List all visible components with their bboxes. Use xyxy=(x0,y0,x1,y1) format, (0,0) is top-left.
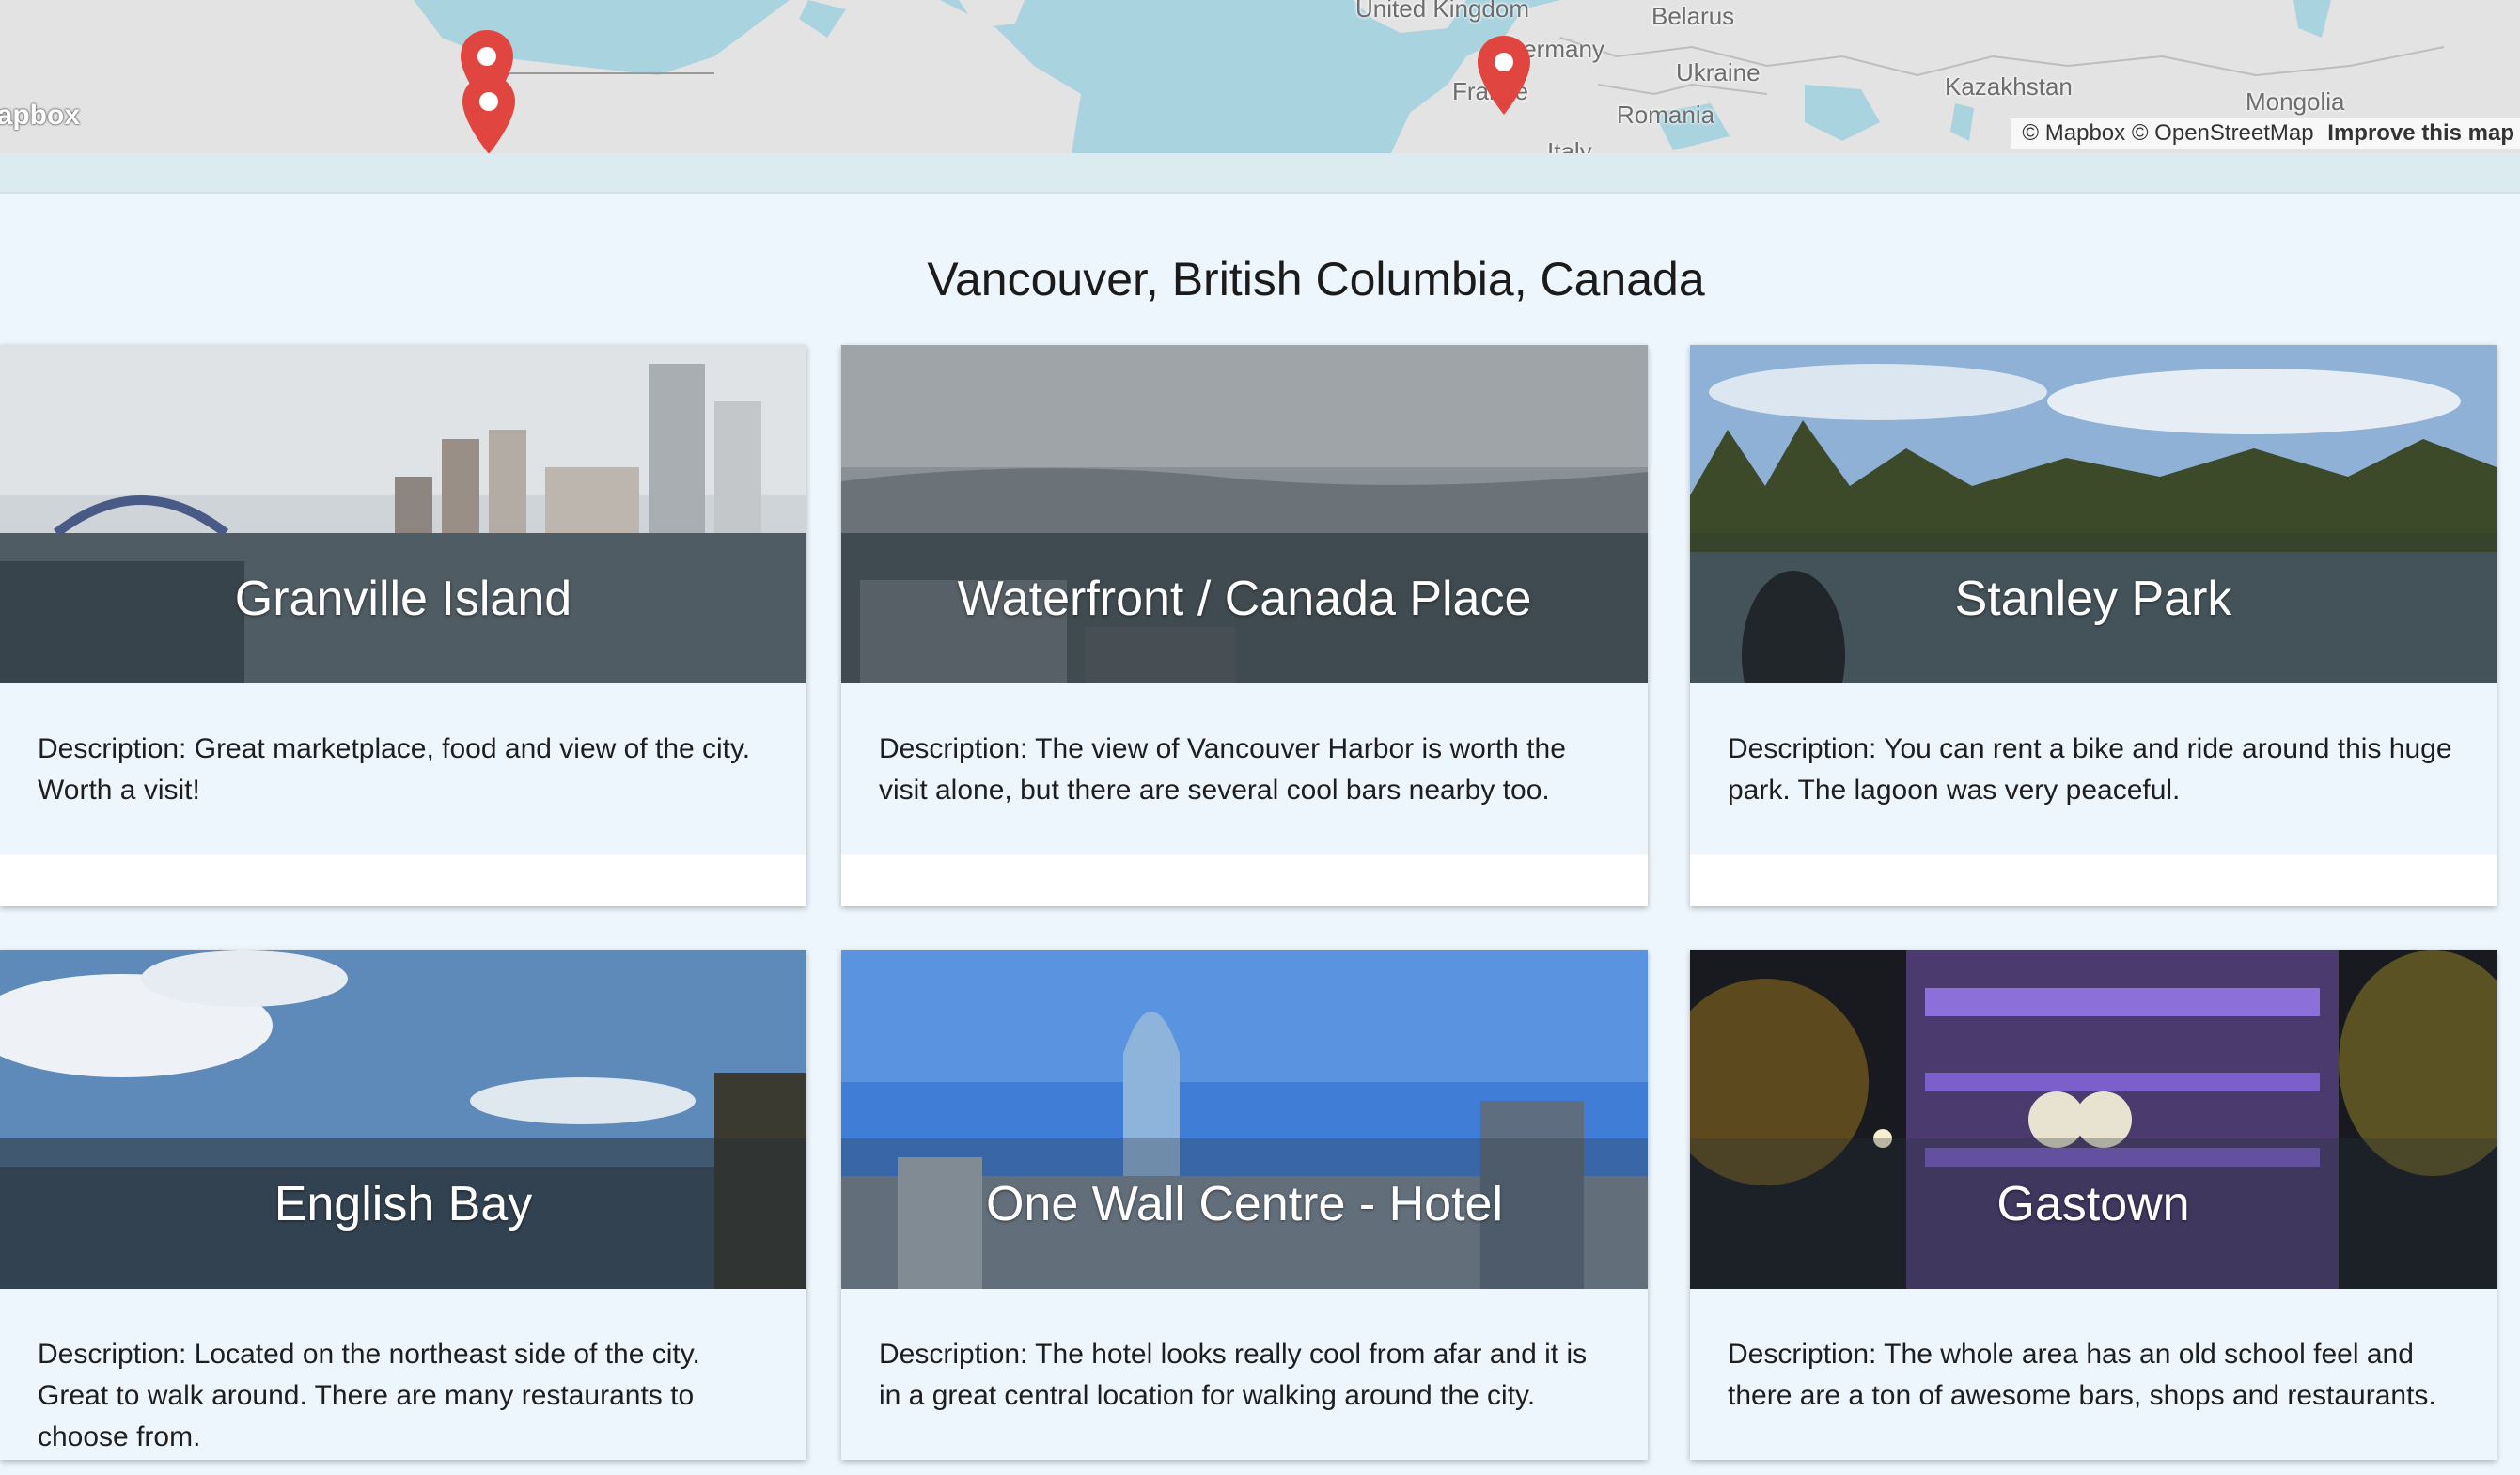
place-photo: Waterfront / Canada Place xyxy=(841,345,1648,683)
card-footer xyxy=(0,855,806,906)
map-label-belarus: Belarus xyxy=(1651,2,1735,30)
map-label-uk: United Kingdom xyxy=(1355,0,1529,23)
page-title: Vancouver, British Columbia, Canada xyxy=(927,253,1705,306)
place-card-waterfront[interactable]: Waterfront / Canada Place Description: T… xyxy=(841,345,1648,906)
place-photo: Gastown xyxy=(1690,950,2497,1289)
place-description: Description: You can rent a bike and rid… xyxy=(1690,683,2497,855)
osm-attribution-link[interactable]: © OpenStreetMap xyxy=(2132,120,2314,146)
place-description: Description: Great marketplace, food and… xyxy=(0,683,806,855)
map-divider xyxy=(0,153,2520,194)
map-marker-pin[interactable] xyxy=(1476,34,1532,117)
place-photo: English Bay xyxy=(0,950,806,1289)
place-title: Stanley Park xyxy=(1954,572,2232,626)
place-card-one-wall-centre[interactable]: One Wall Centre - Hotel Description: The… xyxy=(841,950,1648,1460)
map-label-kazakhstan: Kazakhstan xyxy=(1945,72,2073,101)
place-photo: One Wall Centre - Hotel xyxy=(841,950,1648,1289)
mapbox-attribution-link[interactable]: © Mapbox xyxy=(2022,120,2125,146)
place-description: Description: The view of Vancouver Harbo… xyxy=(841,683,1648,855)
place-photo: Granville Island xyxy=(0,345,806,683)
map-attribution: © Mapbox © OpenStreetMap Improve this ma… xyxy=(2011,118,2520,149)
map-marker-pin[interactable] xyxy=(461,73,517,153)
place-title: English Bay xyxy=(274,1177,533,1232)
world-map[interactable]: United Kingdom Belarus Germany Ukraine F… xyxy=(0,0,2520,153)
place-card-gastown[interactable]: Gastown Description: The whole area has … xyxy=(1690,950,2497,1460)
improve-map-link[interactable]: Improve this map xyxy=(2327,120,2514,146)
map-label-italy: Italy xyxy=(1547,137,1592,153)
card-footer xyxy=(841,855,1648,906)
mapbox-logo[interactable]: mapbox xyxy=(0,100,80,132)
place-card-granville-island[interactable]: Granville Island Description: Great mark… xyxy=(0,345,806,906)
place-title: Waterfront / Canada Place xyxy=(957,572,1532,626)
place-description: Description: The whole area has an old s… xyxy=(1690,1289,2497,1460)
map-label-mongolia: Mongolia xyxy=(2246,87,2345,116)
map-label-ukraine: Ukraine xyxy=(1676,58,1761,86)
place-title: One Wall Centre - Hotel xyxy=(985,1177,1504,1232)
card-footer xyxy=(1690,855,2497,906)
place-card-english-bay[interactable]: English Bay Description: Located on the … xyxy=(0,950,806,1460)
place-description: Description: Located on the northeast si… xyxy=(0,1289,806,1460)
place-card-stanley-park[interactable]: Stanley Park Description: You can rent a… xyxy=(1690,345,2497,906)
place-title: Granville Island xyxy=(234,572,572,626)
place-photo: Stanley Park xyxy=(1690,345,2497,683)
place-title: Gastown xyxy=(1996,1177,2190,1232)
place-description: Description: The hotel looks really cool… xyxy=(841,1289,1648,1460)
map-label-romania: Romania xyxy=(1617,101,1715,129)
